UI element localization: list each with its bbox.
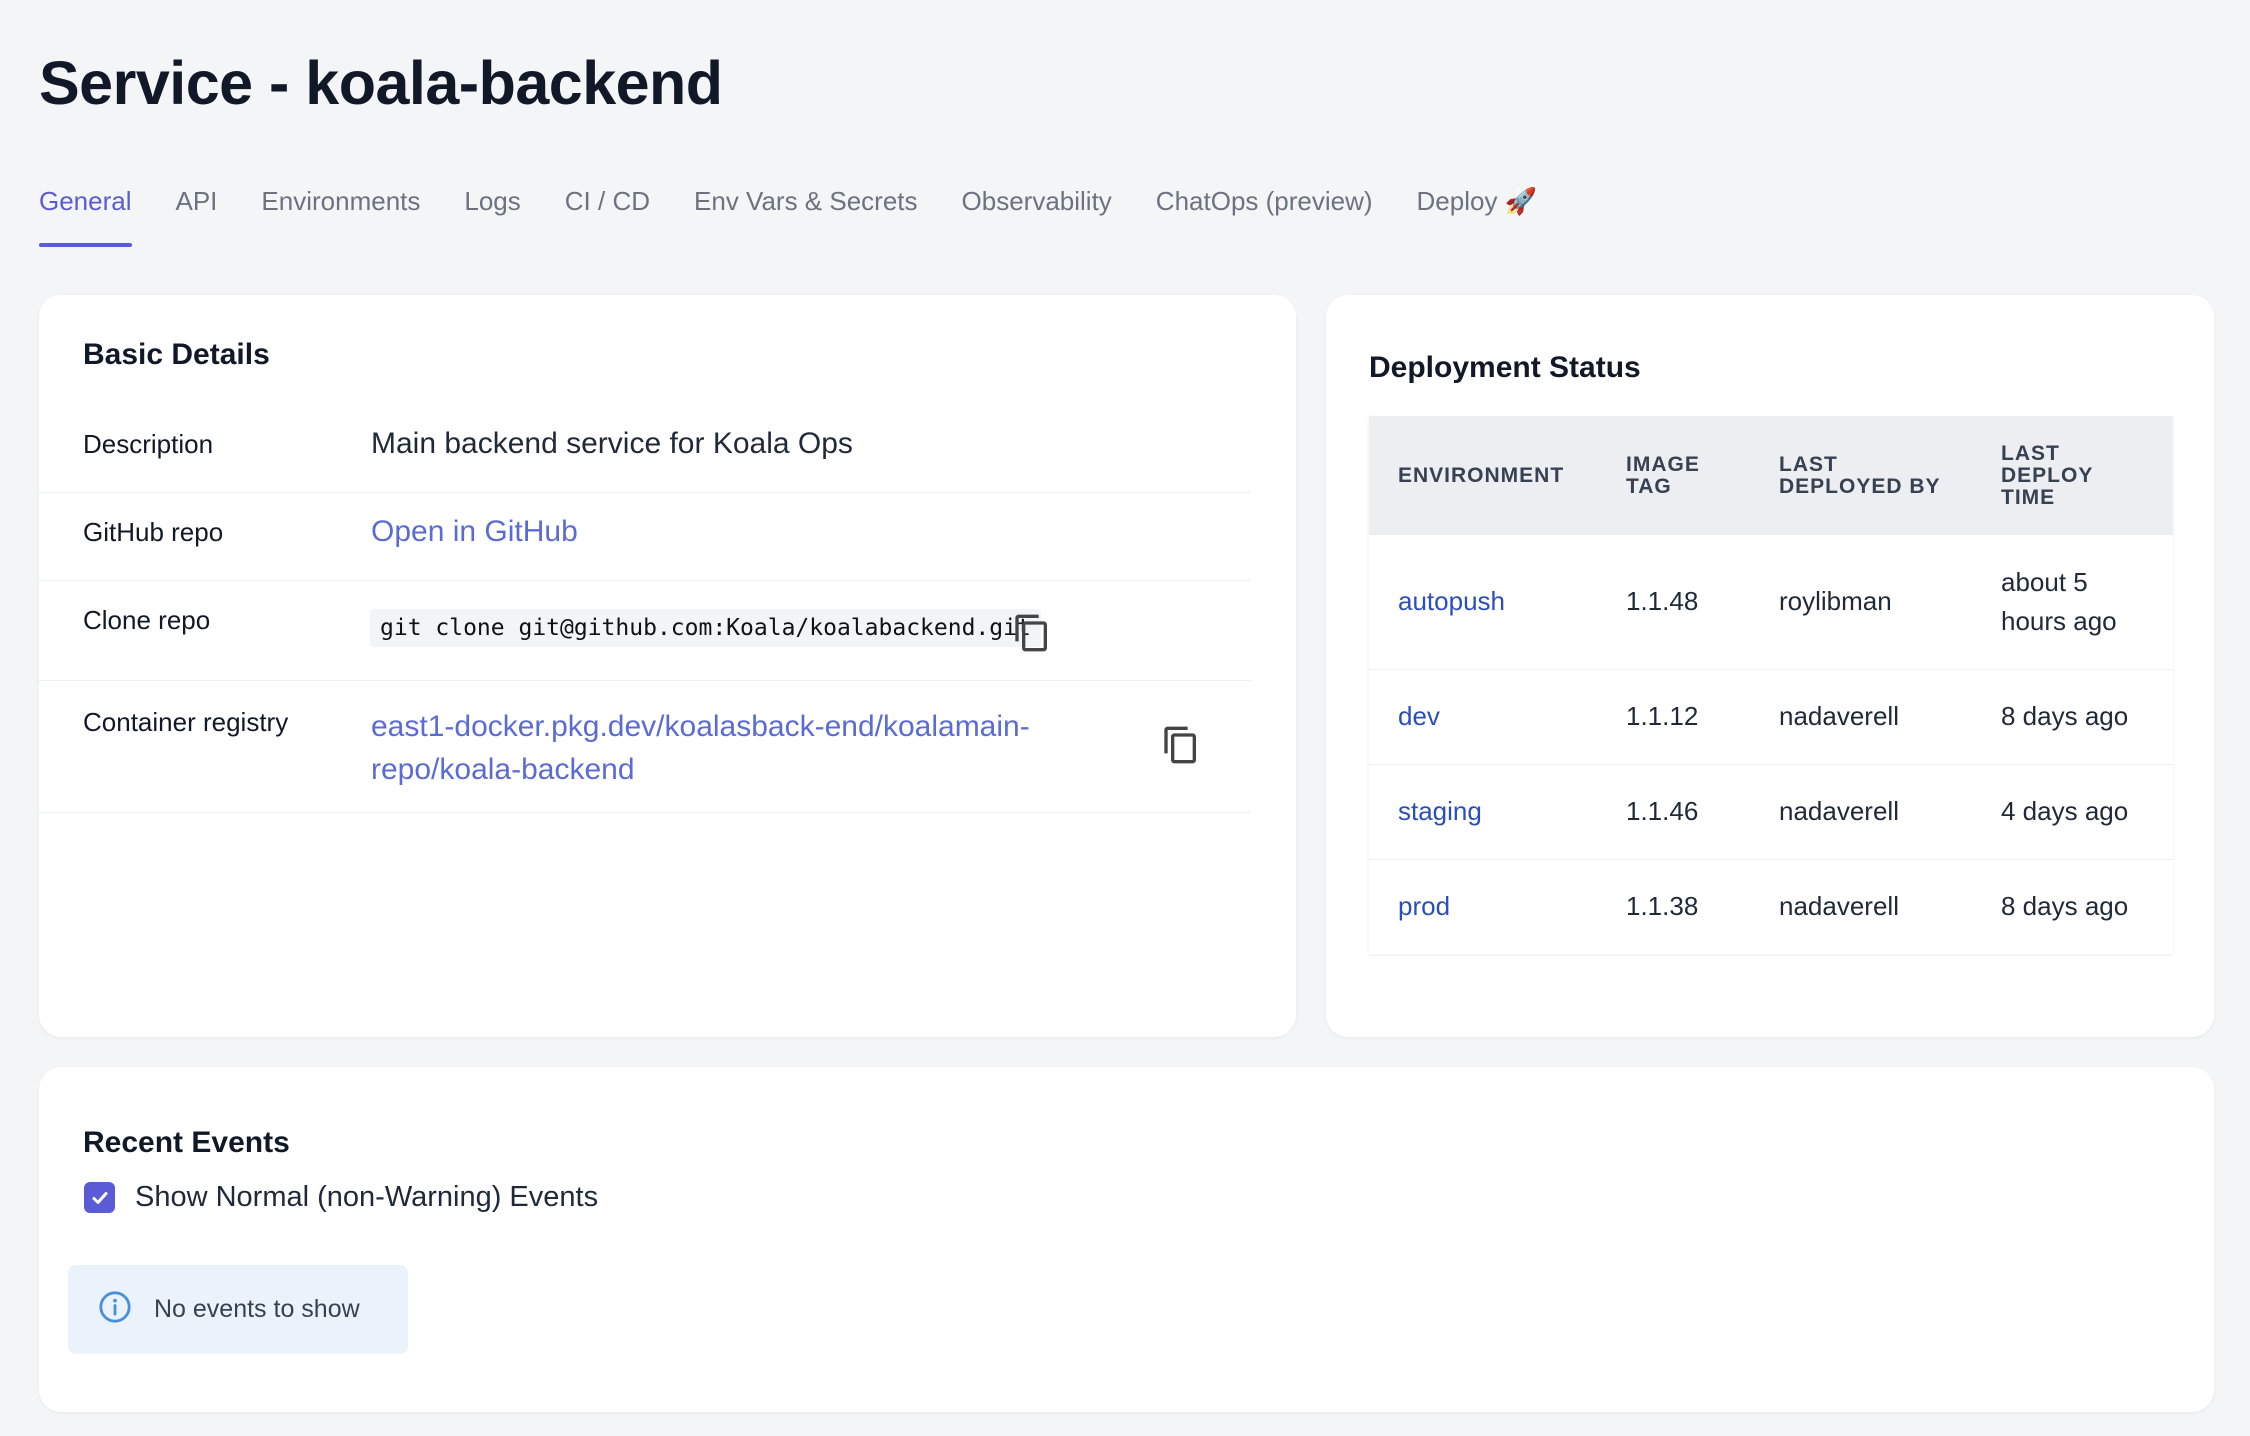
description-row: Description Main backend service for Koa… xyxy=(39,407,1251,493)
tab-env-vars-secrets[interactable]: Env Vars & Secrets xyxy=(672,186,940,247)
image-tag-cell: 1.1.12 xyxy=(1597,669,1750,765)
recent-events-card: Recent Events Show Normal (non-Warning) … xyxy=(39,1067,2214,1412)
deploy-time-cell: about 5 hours ago xyxy=(1972,535,2173,670)
tab-environments[interactable]: Environments xyxy=(239,186,442,247)
basic-details-title: Basic Details xyxy=(83,338,270,371)
copy-registry-icon[interactable] xyxy=(1161,723,1201,767)
info-icon xyxy=(98,1290,132,1329)
image-tag-cell: 1.1.38 xyxy=(1626,891,1699,922)
deployment-status-title: Deployment Status xyxy=(1369,351,1641,384)
no-events-message: No events to show xyxy=(154,1295,360,1323)
clone-command: git clone git@github.com:Koala/koalaback… xyxy=(370,609,1041,647)
tab-bar: General API Environments Logs CI / CD En… xyxy=(39,186,1559,247)
tab-chatops[interactable]: ChatOps (preview) xyxy=(1134,186,1395,247)
env-link-dev[interactable]: dev xyxy=(1369,669,1597,765)
table-row: dev 1.1.12 nadaverell 8 days ago xyxy=(1369,669,2173,765)
deploy-time-cell: 8 days ago xyxy=(2001,891,2129,922)
copy-clone-icon[interactable] xyxy=(1012,611,1052,655)
show-normal-events-label: Show Normal (non-Warning) Events xyxy=(135,1181,599,1213)
deployed-by-cell: nadaverell xyxy=(1750,764,1972,860)
deployed-by-cell: nadaverell xyxy=(1750,669,1972,765)
tab-general[interactable]: General xyxy=(39,186,154,247)
show-normal-events-checkbox[interactable] xyxy=(84,1182,115,1213)
tab-logs[interactable]: Logs xyxy=(442,186,542,247)
env-link-autopush[interactable]: autopush xyxy=(1369,535,1597,670)
github-row: GitHub repo Open in GitHub xyxy=(39,493,1251,581)
basic-details-card: Basic Details Description Main backend s… xyxy=(39,295,1296,1037)
tab-observability[interactable]: Observability xyxy=(940,186,1134,247)
show-normal-events-toggle[interactable]: Show Normal (non-Warning) Events xyxy=(84,1181,598,1214)
description-label: Description xyxy=(83,429,214,459)
tab-ci-cd[interactable]: CI / CD xyxy=(543,186,672,247)
deployed-by-cell: roylibman xyxy=(1750,535,1972,670)
check-icon xyxy=(92,1191,107,1204)
table-row: autopush 1.1.48 roylibman about 5 hours a… xyxy=(1369,535,2173,670)
deploy-time-cell: 8 days ago xyxy=(1972,669,2173,765)
table-header-row: ENVIRONMENT IMAGE TAG LAST DEPLOYED BY LAS… xyxy=(1369,416,2173,535)
registry-line-1: east1-docker.pkg.dev/koalasback-end/koal… xyxy=(371,710,1030,743)
image-tag-cell: 1.1.46 xyxy=(1597,764,1750,860)
table-row: prod 1.1.38 nadaverell 8 days ago xyxy=(1369,859,2173,954)
page-title: Service - koala-backend xyxy=(39,49,723,117)
image-tag-cell: 1.1.48 xyxy=(1597,535,1750,670)
github-label: GitHub repo xyxy=(83,517,224,547)
table-row: staging 1.1.46 nadaverell 4 days ago xyxy=(1369,764,2173,860)
column-image-tag: IMAGE TAG xyxy=(1626,452,1700,498)
clone-row: Clone repo git clone git@github.com:Koal… xyxy=(39,581,1251,681)
recent-events-title: Recent Events xyxy=(83,1126,290,1159)
clone-label: Clone repo xyxy=(83,605,211,635)
tab-api[interactable]: API xyxy=(154,186,240,247)
registry-line-2: repo/koala-backend xyxy=(371,753,635,786)
env-link-prod[interactable]: prod xyxy=(1369,859,1597,954)
tab-deploy[interactable]: Deploy 🚀 xyxy=(1395,186,1560,247)
deploy-time-cell: 4 days ago xyxy=(1972,764,2173,860)
description-value: Main backend service for Koala Ops xyxy=(371,427,853,460)
open-in-github-link[interactable]: Open in GitHub xyxy=(371,515,578,549)
no-events-alert: No events to show xyxy=(68,1265,408,1354)
registry-label: Container registry xyxy=(83,707,289,737)
registry-row: Container registry east1-docker.pkg.dev/… xyxy=(39,681,1251,813)
column-last-deploy-time: LAST DEPLOY TIME xyxy=(2001,441,2094,509)
env-link-staging[interactable]: staging xyxy=(1369,764,1597,860)
deployment-status-card: Deployment Status ENVIRONMENT IMAGE TAG L… xyxy=(1326,295,2214,1037)
deployment-status-table: ENVIRONMENT IMAGE TAG LAST DEPLOYED BY LAS… xyxy=(1369,416,2173,954)
deployed-by-cell: nadaverell xyxy=(1779,891,1899,922)
container-registry-link[interactable]: east1-docker.pkg.dev/koalasback-end/koal… xyxy=(371,705,1030,791)
column-environment: ENVIRONMENT xyxy=(1398,463,1565,487)
column-last-deployed-by: LAST DEPLOYED BY xyxy=(1779,452,1941,498)
